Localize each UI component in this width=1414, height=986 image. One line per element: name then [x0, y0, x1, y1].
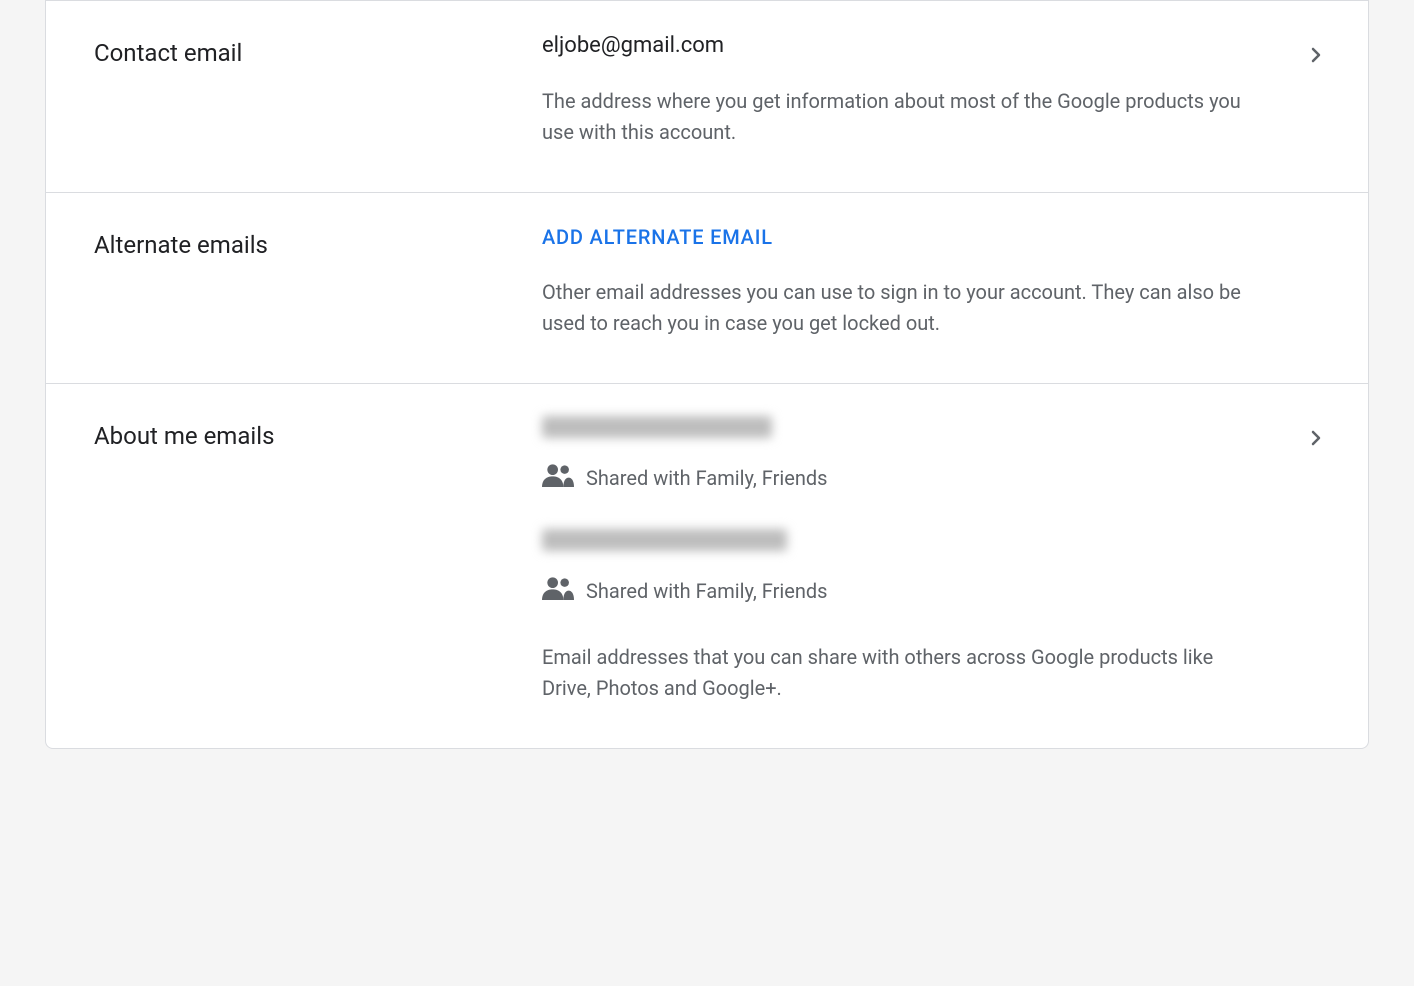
contact-email-row[interactable]: Contact email eljobe@gmail.com The addre… [46, 1, 1368, 192]
people-icon [542, 462, 574, 493]
contact-email-description: The address where you get information ab… [542, 86, 1260, 148]
chevron-right-icon [1304, 426, 1328, 454]
chevron-right-icon [1304, 43, 1328, 71]
shared-with-row: Shared with Family, Friends [542, 462, 1260, 493]
alternate-emails-description: Other email addresses you can use to sig… [542, 277, 1260, 339]
shared-with-row: Shared with Family, Friends [542, 575, 1260, 606]
alternate-emails-content: Add Alternate Email Other email addresse… [542, 225, 1320, 339]
contact-email-label: Contact email [94, 33, 542, 148]
about-me-emails-label: About me emails [94, 416, 542, 704]
redacted-email [542, 416, 772, 438]
about-me-emails-content: Shared with Family, Friends Shared with [542, 416, 1320, 704]
shared-with-text: Shared with Family, Friends [586, 466, 828, 490]
contact-email-value: eljobe@gmail.com [542, 33, 1260, 58]
about-me-email-item: Shared with Family, Friends [542, 416, 1260, 493]
shared-with-text: Shared with Family, Friends [586, 579, 828, 603]
about-me-emails-row[interactable]: About me emails Shared with Family, Frie… [46, 383, 1368, 748]
redacted-email [542, 529, 787, 551]
alternate-emails-label: Alternate emails [94, 225, 542, 339]
about-me-emails-description: Email addresses that you can share with … [542, 642, 1260, 704]
email-settings-panel: Contact email eljobe@gmail.com The addre… [45, 0, 1369, 749]
people-icon [542, 575, 574, 606]
about-me-email-item: Shared with Family, Friends [542, 529, 1260, 606]
alternate-emails-row[interactable]: Alternate emails Add Alternate Email Oth… [46, 192, 1368, 383]
contact-email-content: eljobe@gmail.com The address where you g… [542, 33, 1320, 148]
add-alternate-email-link[interactable]: Add Alternate Email [542, 225, 773, 249]
